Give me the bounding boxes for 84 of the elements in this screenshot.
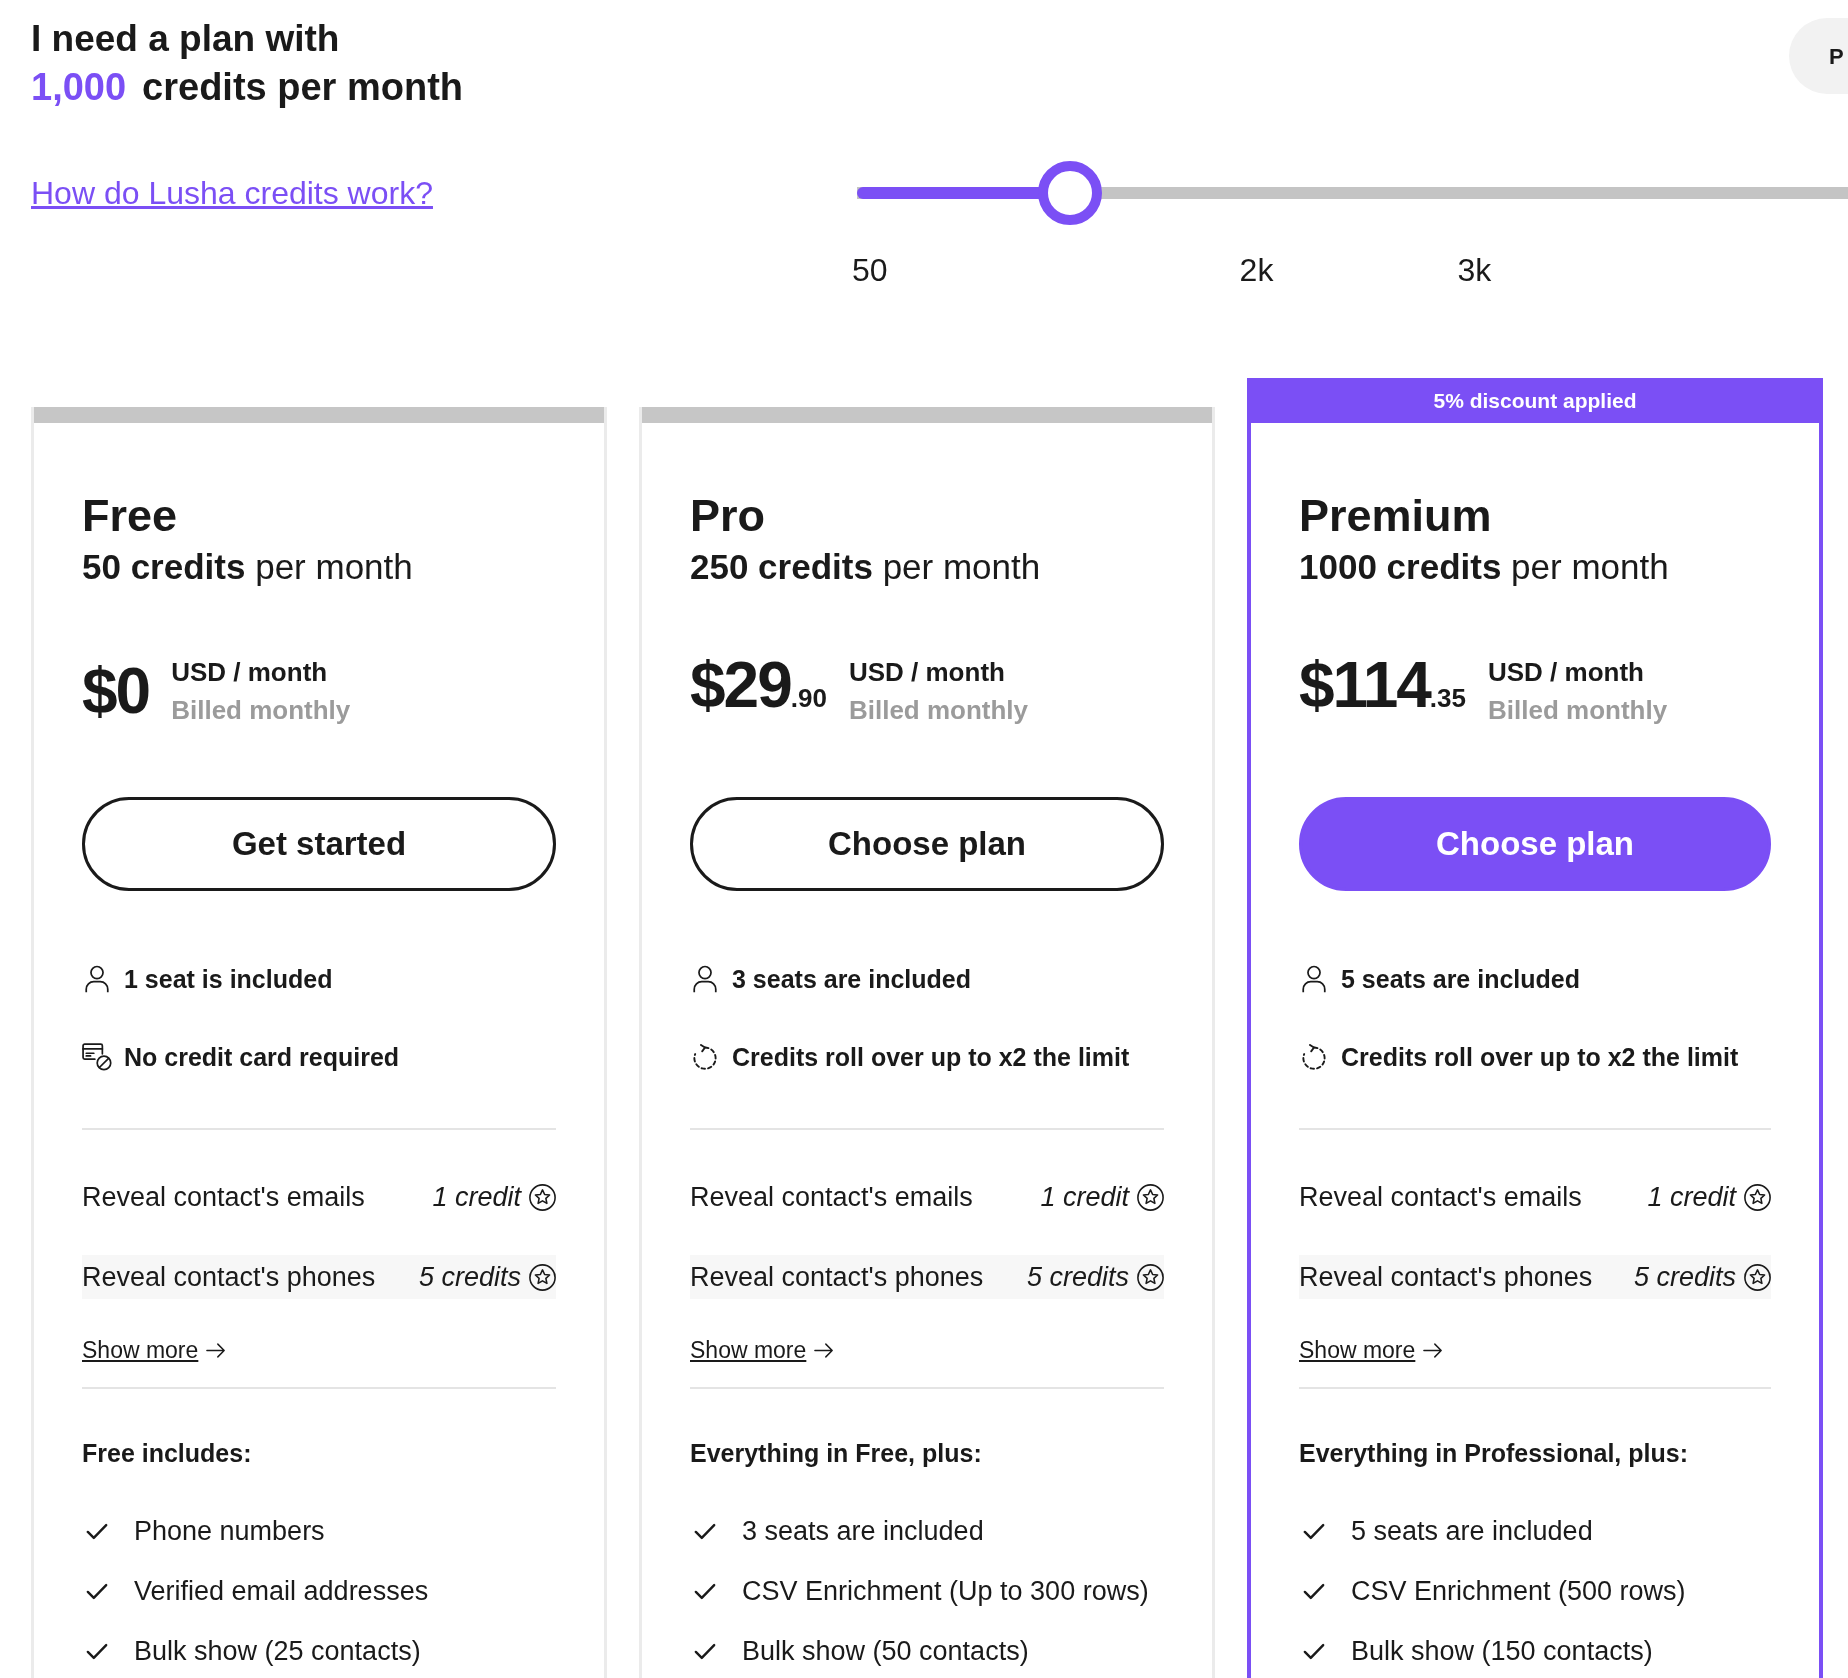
price-unit: USD / month xyxy=(1488,656,1645,689)
star-circle-icon xyxy=(529,1183,556,1211)
dashed-rotate-icon xyxy=(1301,1044,1327,1070)
included-feature: CSV Enrichment (Up to 300 rows) xyxy=(742,1575,1149,1608)
page-title: I need a plan with xyxy=(31,17,341,61)
includes-title: Free includes: xyxy=(82,1438,253,1469)
cost-value: 5 credits xyxy=(1633,1261,1736,1294)
billing-period: Billed monthly xyxy=(848,694,1029,727)
dashed-rotate-icon xyxy=(692,1044,718,1070)
arrow-right-icon xyxy=(206,1342,227,1358)
plan-button[interactable]: Choose plan xyxy=(690,797,1164,891)
plan-button[interactable]: Get started xyxy=(82,797,556,891)
perk-text: 5 seats are included xyxy=(1341,964,1580,995)
check-icon xyxy=(1303,1642,1325,1660)
slider-tick-label: 2k xyxy=(1239,252,1274,288)
price-amount: $29.90 xyxy=(690,649,827,723)
cost-label: Reveal contact's phones xyxy=(690,1261,984,1294)
price-unit: USD / month xyxy=(171,656,329,689)
show-more-link[interactable]: Show more xyxy=(1299,1334,1444,1366)
cost-label: Reveal contact's emails xyxy=(1299,1181,1582,1214)
arrow-right-icon xyxy=(814,1342,835,1358)
cost-value: 5 credits xyxy=(1026,1261,1129,1294)
included-feature: CSV Enrichment (500 rows) xyxy=(1351,1575,1686,1608)
slider-tick-label: 50 xyxy=(852,252,888,288)
discount-banner: 5% discount applied xyxy=(1251,378,1819,423)
perk-text: 3 seats are included xyxy=(732,964,971,995)
check-icon xyxy=(1303,1522,1325,1540)
check-icon xyxy=(694,1582,716,1600)
star-circle-icon xyxy=(1137,1263,1164,1291)
star-circle-icon xyxy=(1137,1183,1164,1211)
person-icon xyxy=(1302,965,1326,993)
cost-label: Reveal contact's phones xyxy=(82,1261,376,1294)
plan-credits: 50 credits per month xyxy=(82,546,414,588)
plan-credits: 1000 credits per month xyxy=(1299,546,1670,588)
plan-name: Pro xyxy=(690,489,766,543)
check-icon xyxy=(86,1522,108,1540)
plan-name: Free xyxy=(82,489,179,543)
check-icon xyxy=(1303,1582,1325,1600)
cost-value: 1 credit xyxy=(1647,1181,1736,1214)
included-feature: Phone numbers xyxy=(134,1515,325,1548)
check-icon xyxy=(694,1642,716,1660)
check-icon xyxy=(86,1582,108,1600)
star-circle-icon xyxy=(1744,1263,1771,1291)
person-icon xyxy=(85,965,109,993)
cost-value: 5 credits xyxy=(418,1261,521,1294)
cost-value: 1 credit xyxy=(1040,1181,1129,1214)
credits-amount: 1,000 xyxy=(31,65,127,110)
header-button[interactable]: P xyxy=(1789,18,1848,94)
cost-label: Reveal contact's phones xyxy=(1299,1261,1593,1294)
price-amount: $0 xyxy=(82,656,150,726)
check-icon xyxy=(86,1642,108,1660)
slider-tick-label: 3k xyxy=(1457,252,1492,288)
star-circle-icon xyxy=(529,1263,556,1291)
credits-label: credits per month xyxy=(142,65,464,110)
included-feature: Bulk show (25 contacts) xyxy=(134,1635,421,1668)
included-feature: Verified email addresses xyxy=(134,1575,429,1608)
cost-value: 1 credit xyxy=(432,1181,521,1214)
show-more-link[interactable]: Show more xyxy=(690,1334,835,1366)
price-unit: USD / month xyxy=(848,656,1006,689)
perk-text: Credits roll over up to x2 the limit xyxy=(732,1042,1130,1073)
cost-label: Reveal contact's emails xyxy=(690,1181,973,1214)
show-more-link[interactable]: Show more xyxy=(82,1334,227,1366)
price-amount: $114.35 xyxy=(1299,649,1466,723)
included-feature: Bulk show (150 contacts) xyxy=(1351,1635,1653,1668)
check-icon xyxy=(694,1522,716,1540)
included-feature: 3 seats are included xyxy=(742,1515,984,1548)
person-icon xyxy=(693,965,717,993)
card-slash-icon xyxy=(82,1043,112,1071)
perk-text: 1 seat is included xyxy=(124,964,333,995)
includes-title: Everything in Free, plus: xyxy=(690,1438,983,1469)
included-feature: 5 seats are included xyxy=(1351,1515,1593,1548)
help-link[interactable]: How do Lusha credits work? xyxy=(31,175,433,211)
billing-period: Billed monthly xyxy=(171,694,351,727)
plan-button[interactable]: Choose plan xyxy=(1299,797,1771,891)
star-circle-icon xyxy=(1744,1183,1771,1211)
included-feature: Bulk show (50 contacts) xyxy=(742,1635,1029,1668)
perk-text: Credits roll over up to x2 the limit xyxy=(1341,1042,1739,1073)
cost-label: Reveal contact's emails xyxy=(82,1181,365,1214)
plan-name: Premium xyxy=(1299,489,1493,543)
perk-text: No credit card required xyxy=(124,1042,400,1073)
arrow-right-icon xyxy=(1423,1342,1444,1358)
billing-period: Billed monthly xyxy=(1488,694,1668,727)
plan-credits: 250 credits per month xyxy=(690,546,1042,588)
includes-title: Everything in Professional, plus: xyxy=(1299,1438,1689,1469)
